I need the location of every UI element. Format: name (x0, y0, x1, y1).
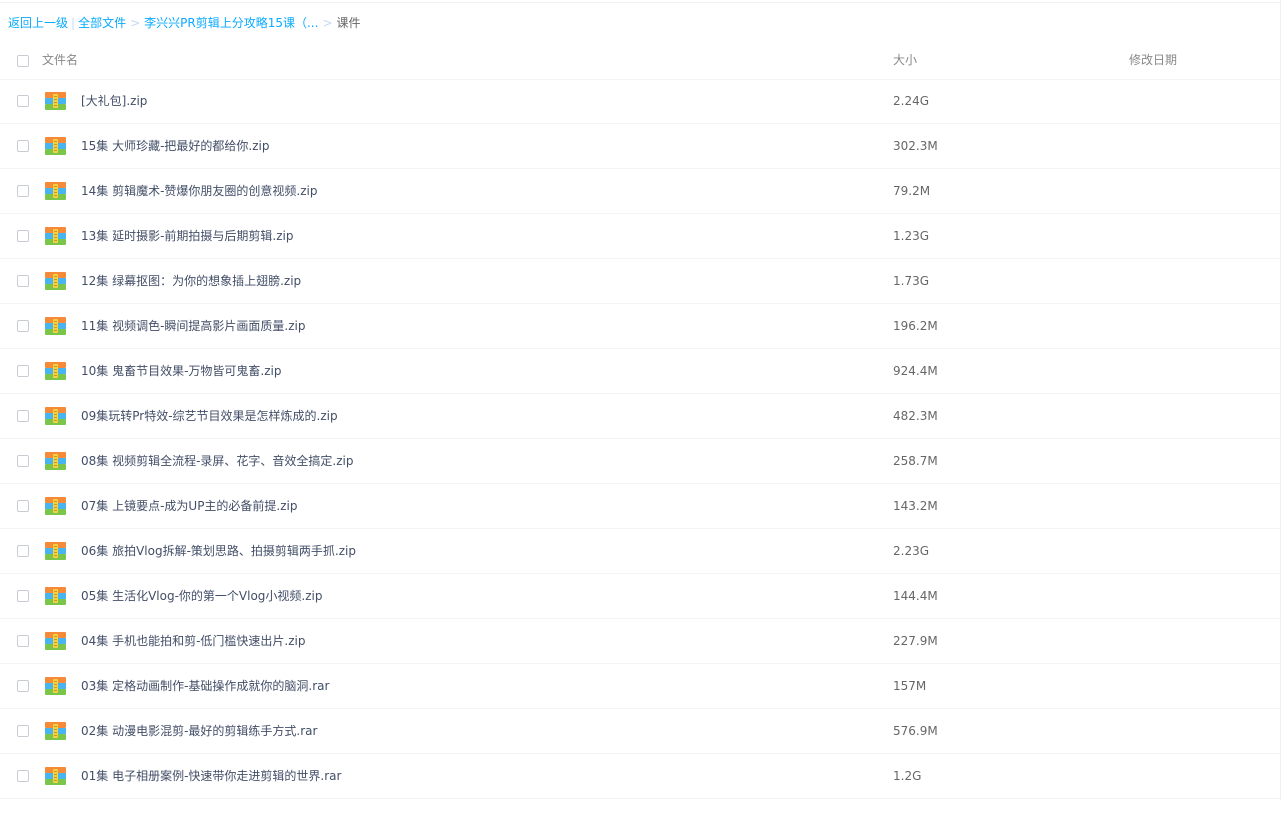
file-name[interactable]: [大礼包].zip (81, 79, 147, 123)
file-size: 482.3M (893, 409, 938, 423)
archive-icon (45, 587, 66, 605)
table-row[interactable]: 04集 手机也能拍和剪-低门槛快速出片.zip 227.9M (0, 619, 1280, 664)
table-row[interactable]: 08集 视频剪辑全流程-录屏、花字、音效全搞定.zip 258.7M (0, 439, 1280, 484)
row-checkbox[interactable] (17, 545, 29, 557)
file-name[interactable]: 01集 电子相册案例-快速带你走进剪辑的世界.rar (81, 754, 341, 798)
row-checkbox[interactable] (17, 680, 29, 692)
archive-icon (45, 317, 66, 335)
header-file-name[interactable]: 文件名 (42, 41, 78, 79)
right-divider (1280, 0, 1281, 800)
archive-icon (45, 362, 66, 380)
table-row[interactable]: 02集 动漫电影混剪-最好的剪辑练手方式.rar 576.9M (0, 709, 1280, 754)
row-checkbox[interactable] (17, 95, 29, 107)
breadcrumb-separator: > (322, 16, 333, 30)
header-size[interactable]: 大小 (893, 41, 917, 79)
archive-icon (45, 677, 66, 695)
breadcrumb-pipe: | (71, 16, 76, 30)
breadcrumb-back-link[interactable]: 返回上一级 (8, 16, 68, 30)
file-name[interactable]: 13集 延时摄影-前期拍摄与后期剪辑.zip (81, 214, 293, 258)
row-checkbox[interactable] (17, 500, 29, 512)
header-modified-date[interactable]: 修改日期 (1129, 41, 1177, 79)
table-row[interactable]: 06集 旅拍Vlog拆解-策划思路、拍摄剪辑两手抓.zip 2.23G (0, 529, 1280, 574)
table-row[interactable]: 05集 生活化Vlog-你的第一个Vlog小视频.zip 144.4M (0, 574, 1280, 619)
row-checkbox[interactable] (17, 365, 29, 377)
row-checkbox[interactable] (17, 275, 29, 287)
file-name[interactable]: 06集 旅拍Vlog拆解-策划思路、拍摄剪辑两手抓.zip (81, 529, 356, 573)
file-name[interactable]: 15集 大师珍藏-把最好的都给你.zip (81, 124, 269, 168)
file-name[interactable]: 12集 绿幕抠图：为你的想象插上翅膀.zip (81, 259, 301, 303)
archive-icon (45, 497, 66, 515)
archive-icon (45, 182, 66, 200)
file-name[interactable]: 02集 动漫电影混剪-最好的剪辑练手方式.rar (81, 709, 317, 753)
archive-icon (45, 722, 66, 740)
file-size: 144.4M (893, 589, 938, 603)
table-row[interactable]: 12集 绿幕抠图：为你的想象插上翅膀.zip 1.73G (0, 259, 1280, 304)
row-checkbox[interactable] (17, 635, 29, 647)
row-checkbox[interactable] (17, 455, 29, 467)
file-size: 143.2M (893, 499, 938, 513)
table-row[interactable]: [大礼包].zip 2.24G (0, 79, 1280, 124)
file-name[interactable]: 11集 视频调色-瞬间提高影片画面质量.zip (81, 304, 305, 348)
archive-icon (45, 407, 66, 425)
archive-icon (45, 137, 66, 155)
row-checkbox[interactable] (17, 770, 29, 782)
breadcrumb-separator: > (130, 16, 141, 30)
file-size: 1.2G (893, 769, 922, 783)
file-size: 924.4M (893, 364, 938, 378)
table-row[interactable]: 11集 视频调色-瞬间提高影片画面质量.zip 196.2M (0, 304, 1280, 349)
row-checkbox[interactable] (17, 230, 29, 242)
breadcrumb-all-files-link[interactable]: 全部文件 (78, 16, 126, 30)
file-size: 576.9M (893, 724, 938, 738)
file-size: 2.24G (893, 94, 930, 108)
file-name[interactable]: 03集 定格动画制作-基础操作成就你的脑洞.rar (81, 664, 329, 708)
table-row[interactable]: 01集 电子相册案例-快速带你走进剪辑的世界.rar 1.2G (0, 754, 1280, 799)
archive-icon (45, 92, 66, 110)
archive-icon (45, 632, 66, 650)
table-header: 文件名 大小 修改日期 (0, 41, 1280, 80)
file-size: 258.7M (893, 454, 938, 468)
table-row[interactable]: 09集玩转Pr特效-综艺节目效果是怎样炼成的.zip 482.3M (0, 394, 1280, 439)
file-name[interactable]: 07集 上镜要点-成为UP主的必备前提.zip (81, 484, 298, 528)
file-name[interactable]: 09集玩转Pr特效-综艺节目效果是怎样炼成的.zip (81, 394, 338, 438)
table-row[interactable]: 07集 上镜要点-成为UP主的必备前提.zip 143.2M (0, 484, 1280, 529)
breadcrumb-folder-link[interactable]: 李兴兴PR剪辑上分攻略15课（... (144, 16, 318, 30)
file-size: 302.3M (893, 139, 938, 153)
table-row[interactable]: 10集 鬼畜节目效果-万物皆可鬼畜.zip 924.4M (0, 349, 1280, 394)
select-all-checkbox[interactable] (17, 55, 29, 67)
table-row[interactable]: 14集 剪辑魔术-赞爆你朋友圈的创意视频.zip 79.2M (0, 169, 1280, 214)
file-name[interactable]: 04集 手机也能拍和剪-低门槛快速出片.zip (81, 619, 305, 663)
file-size: 227.9M (893, 634, 938, 648)
file-size: 2.23G (893, 544, 930, 558)
file-name[interactable]: 14集 剪辑魔术-赞爆你朋友圈的创意视频.zip (81, 169, 317, 213)
file-name[interactable]: 05集 生活化Vlog-你的第一个Vlog小视频.zip (81, 574, 322, 618)
row-checkbox[interactable] (17, 590, 29, 602)
breadcrumb-current: 课件 (336, 16, 361, 30)
archive-icon (45, 272, 66, 290)
row-checkbox[interactable] (17, 725, 29, 737)
table-row[interactable]: 15集 大师珍藏-把最好的都给你.zip 302.3M (0, 124, 1280, 169)
file-name[interactable]: 10集 鬼畜节目效果-万物皆可鬼畜.zip (81, 349, 281, 393)
top-divider (0, 2, 1280, 3)
table-row[interactable]: 03集 定格动画制作-基础操作成就你的脑洞.rar 157M (0, 664, 1280, 709)
row-checkbox[interactable] (17, 410, 29, 422)
file-list: [大礼包].zip 2.24G 15集 大师珍藏-把最好的都给你.zip 302.3M… (0, 79, 1280, 799)
file-size: 1.23G (893, 229, 930, 243)
row-checkbox[interactable] (17, 140, 29, 152)
file-size: 157M (893, 679, 927, 693)
table-row[interactable]: 13集 延时摄影-前期拍摄与后期剪辑.zip 1.23G (0, 214, 1280, 259)
archive-icon (45, 767, 66, 785)
row-checkbox[interactable] (17, 185, 29, 197)
file-name[interactable]: 08集 视频剪辑全流程-录屏、花字、音效全搞定.zip (81, 439, 353, 483)
breadcrumb: 返回上一级 | 全部文件 > 李兴兴PR剪辑上分攻略15课（... > 课件 (8, 13, 361, 33)
file-size: 196.2M (893, 319, 938, 333)
file-size: 79.2M (893, 184, 931, 198)
archive-icon (45, 542, 66, 560)
file-size: 1.73G (893, 274, 930, 288)
row-checkbox[interactable] (17, 320, 29, 332)
archive-icon (45, 452, 66, 470)
archive-icon (45, 227, 66, 245)
